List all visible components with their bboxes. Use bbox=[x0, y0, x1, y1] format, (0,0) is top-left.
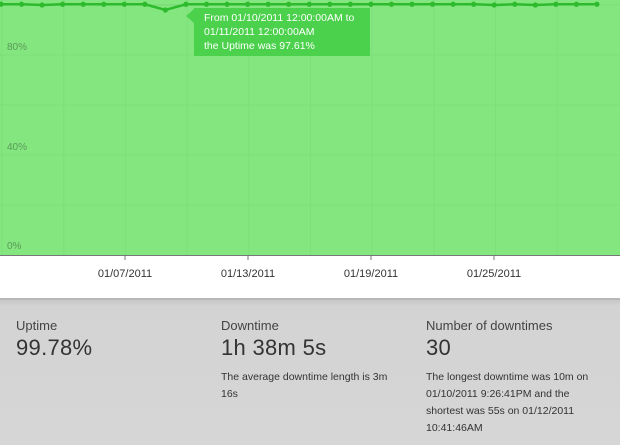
uptime-point-01-13-2011 bbox=[224, 1, 230, 7]
uptime-point-01-17-2011 bbox=[306, 1, 312, 7]
uptime-point-01-23-2011 bbox=[429, 1, 436, 7]
x-tick-label-0119: 01/19/2011 bbox=[343, 268, 399, 280]
uptime-point-01-09-2011 bbox=[142, 1, 148, 7]
uptime-point-01-08-2011 bbox=[121, 1, 127, 7]
uptime-point-01-12-2011 bbox=[203, 1, 210, 7]
y-tick-label-40: 40% bbox=[7, 142, 28, 153]
uptime-point-01-16-2011 bbox=[286, 1, 292, 7]
uptime-point-01-24-2011 bbox=[450, 1, 456, 7]
uptime-point-01-03-2011 bbox=[18, 1, 25, 7]
uptime-point-01-11-2011 bbox=[183, 1, 189, 7]
uptime-chart: 80% 40% 0% 01/07/2011 01/13/2011 01/19/2… bbox=[0, 0, 620, 290]
uptime-point-01-21-2011 bbox=[388, 1, 395, 7]
uptime-point-01-05-2011 bbox=[60, 1, 66, 7]
uptime-point-01-19-2011 bbox=[347, 1, 353, 7]
uptime-stat: Uptime 99.78% bbox=[16, 318, 206, 361]
uptime-point-01-26-2011 bbox=[491, 2, 497, 8]
x-tick-label-0113: 01/13/2011 bbox=[220, 268, 276, 280]
downtime-average-note: The average downtime length is 3m 16s bbox=[221, 371, 388, 400]
stats-panel: Uptime 99.78% Downtime 1h 38m 5s The ave… bbox=[0, 298, 620, 445]
uptime-point-01-10-2011 bbox=[162, 7, 168, 13]
uptime-point-01-20-2011 bbox=[368, 1, 374, 7]
downtime-label: Downtime bbox=[221, 318, 279, 333]
uptime-point-01-30-2011 bbox=[573, 1, 580, 7]
uptime-point-01-07-2011 bbox=[101, 1, 107, 7]
tooltip-line-2: 01/11/2011 12:00:00AM bbox=[204, 26, 315, 38]
x-tick-label-0125: 01/25/2011 bbox=[466, 268, 522, 280]
downtime-count-stat: Number of downtimes 30 The longest downt… bbox=[426, 318, 606, 437]
uptime-point-01-06-2011 bbox=[80, 1, 86, 7]
uptime-point-01-25-2011 bbox=[471, 1, 477, 7]
uptime-point-01-31-2011 bbox=[594, 1, 600, 7]
uptime-point-01-04-2011 bbox=[39, 2, 45, 8]
uptime-point-01-22-2011 bbox=[409, 1, 415, 7]
uptime-point-01-29-2011 bbox=[553, 1, 559, 7]
y-tick-label-80: 80% bbox=[7, 42, 28, 53]
uptime-value: 99.78% bbox=[16, 335, 93, 360]
uptime-point-01-28-2011 bbox=[532, 2, 538, 8]
uptime-point-01-18-2011 bbox=[327, 1, 333, 7]
tooltip-arrow bbox=[186, 9, 194, 23]
uptime-point-01-15-2011 bbox=[265, 1, 271, 7]
uptime-label: Uptime bbox=[16, 318, 58, 333]
downtime-stat: Downtime 1h 38m 5s The average downtime … bbox=[221, 318, 406, 403]
y-tick-label-0: 0% bbox=[7, 241, 22, 252]
x-tick-label-0107: 01/07/2011 bbox=[97, 268, 153, 280]
downtime-count-value: 30 bbox=[426, 335, 452, 360]
uptime-point-01-27-2011 bbox=[512, 1, 518, 7]
tooltip-line-3: the Uptime was 97.61% bbox=[204, 40, 315, 52]
data-point-tooltip: From 01/10/2011 12:00:00AM to 01/11/2011… bbox=[194, 8, 370, 56]
downtime-count-label: Number of downtimes bbox=[426, 318, 553, 333]
downtime-value: 1h 38m 5s bbox=[221, 335, 327, 360]
uptime-point-01-14-2011 bbox=[245, 1, 251, 7]
downtime-extremes-note: The longest downtime was 10m on 01/10/20… bbox=[426, 371, 589, 434]
tooltip-line-1: From 01/10/2011 12:00:00AM to bbox=[204, 12, 355, 24]
